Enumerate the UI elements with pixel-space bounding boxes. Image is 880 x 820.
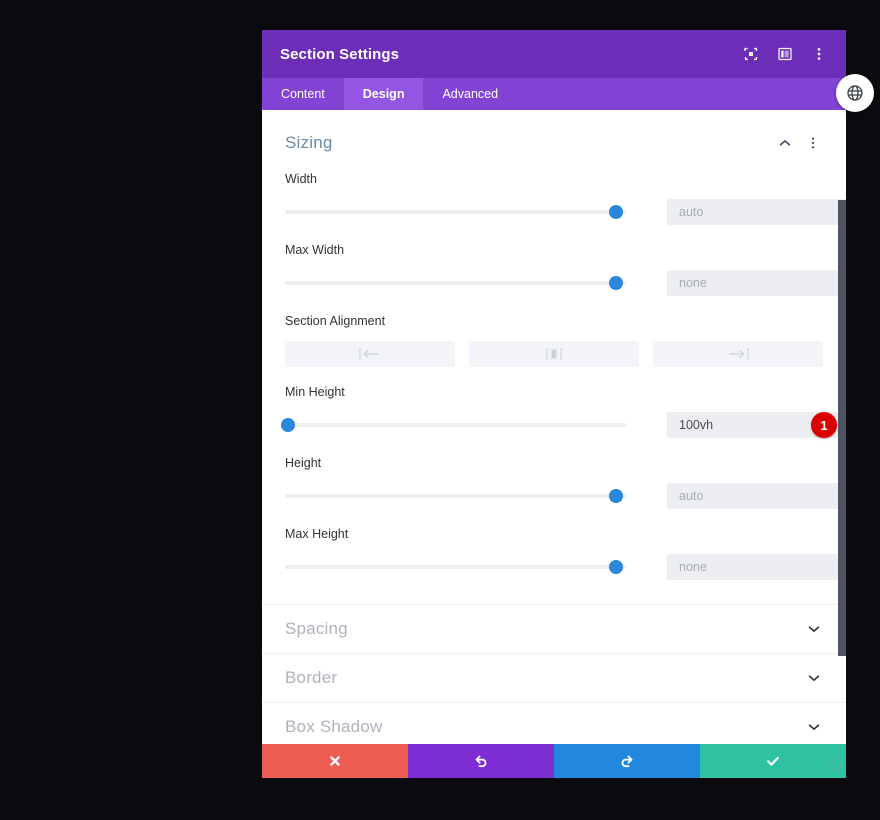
max-height-slider-track <box>285 565 626 569</box>
redo-button[interactable] <box>554 744 700 778</box>
field-width: Width <box>285 172 846 225</box>
chevron-up-icon[interactable] <box>775 133 795 153</box>
status-badge: 1 <box>811 412 837 438</box>
layout-columns-icon[interactable] <box>776 45 794 63</box>
section-alignment-group <box>285 341 823 367</box>
width-slider[interactable] <box>285 204 626 220</box>
field-min-height-row: 1 <box>281 412 846 438</box>
section-more-vertical-icon[interactable] <box>803 133 823 153</box>
height-slider-track <box>285 494 626 498</box>
field-height-row <box>285 483 846 509</box>
tab-content[interactable]: Content <box>262 78 344 110</box>
max-width-slider[interactable] <box>285 275 626 291</box>
redo-icon <box>619 753 635 769</box>
max-height-input[interactable] <box>667 554 846 580</box>
section-settings-panel: Section Settings Content Design Advanced… <box>262 30 846 778</box>
undo-button[interactable] <box>408 744 554 778</box>
width-input[interactable] <box>667 199 846 225</box>
max-width-input[interactable] <box>667 270 846 296</box>
field-min-height: Min Height 1 <box>281 385 846 438</box>
fullscreen-icon[interactable] <box>742 45 760 63</box>
section-sizing: Sizing Width auto Max Width none Section… <box>262 110 846 604</box>
page-title: Section Settings <box>280 45 400 63</box>
tab-advanced[interactable]: Advanced <box>423 78 517 110</box>
tab-design[interactable]: Design <box>343 78 424 110</box>
field-min-height-label: Min Height <box>285 385 345 399</box>
section-box-shadow[interactable]: Box Shadow <box>262 703 846 744</box>
section-spacing-title: Spacing <box>285 619 348 638</box>
max-height-slider[interactable] <box>285 559 626 575</box>
field-max-height-label: Max Height <box>285 527 349 541</box>
section-border[interactable]: Border <box>262 654 846 703</box>
align-center-icon[interactable] <box>469 341 639 367</box>
settings-tabs: Content Design Advanced <box>262 78 846 110</box>
max-width-slider-thumb[interactable] <box>608 276 623 290</box>
field-section-alignment: Section Alignment <box>285 314 823 367</box>
min-height-slider[interactable] <box>281 417 626 433</box>
chevron-down-icon[interactable] <box>805 620 823 638</box>
undo-icon <box>473 753 489 769</box>
cancel-button[interactable] <box>262 744 408 778</box>
collapsed-sections-list: Spacing Border Box Shadow <box>262 604 846 744</box>
height-input[interactable] <box>667 483 846 509</box>
screen-root: Section Settings Content Design Advanced… <box>0 0 880 820</box>
section-border-title: Border <box>285 668 338 687</box>
field-max-width: Max Width <box>285 243 846 296</box>
field-height-label: Height <box>285 456 322 470</box>
min-height-slider-thumb[interactable] <box>281 418 296 432</box>
section-sizing-title: Sizing <box>285 133 333 152</box>
help-globe-icon[interactable] <box>836 74 874 112</box>
chevron-down-icon[interactable] <box>805 718 823 736</box>
field-max-width-label: Max Width <box>285 243 345 257</box>
min-height-slider-track <box>285 423 626 427</box>
align-left-icon[interactable] <box>285 341 455 367</box>
close-icon <box>328 754 342 768</box>
max-width-slider-track <box>285 281 626 285</box>
vertical-scrollbar-thumb[interactable] <box>838 200 846 656</box>
field-max-height-row <box>285 554 846 580</box>
height-slider-thumb[interactable] <box>608 489 623 503</box>
field-width-row <box>285 199 846 225</box>
field-section-alignment-label: Section Alignment <box>285 314 386 328</box>
max-height-slider-thumb[interactable] <box>608 560 623 574</box>
width-slider-thumb[interactable] <box>608 205 623 219</box>
height-slider[interactable] <box>285 488 626 504</box>
ghost-marker-icon <box>826 754 844 772</box>
panel-footer <box>262 744 846 778</box>
field-max-width-row <box>285 270 846 296</box>
field-width-label: Width <box>285 172 317 186</box>
section-sizing-header[interactable]: Sizing <box>285 130 823 156</box>
check-icon <box>765 753 781 769</box>
section-spacing[interactable]: Spacing <box>262 605 846 654</box>
more-vertical-icon[interactable] <box>810 45 828 63</box>
chevron-down-icon[interactable] <box>805 669 823 687</box>
section-box-shadow-title: Box Shadow <box>285 717 383 736</box>
header-icon-group <box>742 45 828 63</box>
field-max-height: Max Height <box>285 527 846 580</box>
save-button[interactable] <box>700 744 846 778</box>
align-right-icon[interactable] <box>653 341 823 367</box>
settings-scroll-area[interactable]: Sizing Width auto Max Width none Section… <box>262 110 846 744</box>
width-slider-track <box>285 210 626 214</box>
field-height: Height <box>285 456 846 509</box>
panel-header: Section Settings <box>262 30 846 78</box>
